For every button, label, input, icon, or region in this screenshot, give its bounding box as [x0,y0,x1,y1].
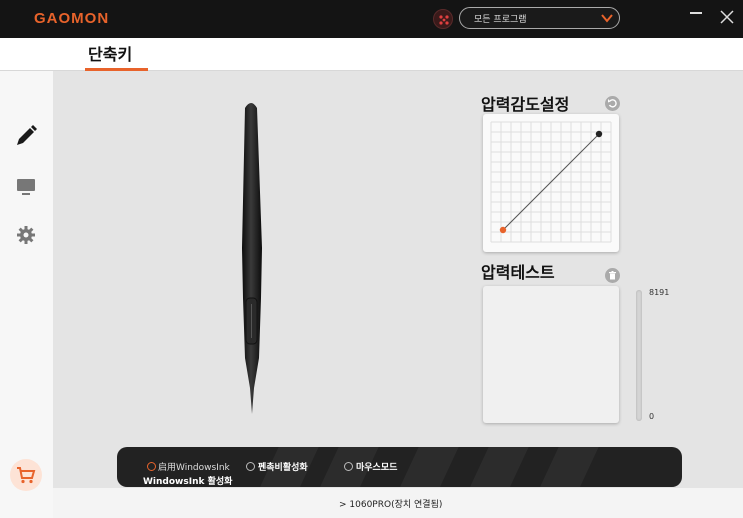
chevron-down-icon [601,14,613,23]
close-icon[interactable] [720,10,734,24]
reset-icon[interactable] [605,96,620,111]
monitor-icon[interactable] [14,175,38,199]
gear-icon[interactable] [14,223,38,247]
pressure-test-area[interactable] [483,286,619,423]
check-icon [147,462,156,471]
mode-bar: 启用WindowsInk 펜촉비활성화 마우스모드 WindowsInk 활성화 [117,447,682,487]
title-bar: GAOMON 모든 프로그램 [0,0,743,38]
pressure-curve-graph [490,121,612,243]
status-bar: > 1060PRO(장치 연결됨) [53,488,743,518]
shop-button[interactable] [10,459,42,491]
pen-icon[interactable] [14,124,38,148]
app-icon [439,15,449,25]
disable-pressure-option-label: 펜촉비활성화 [258,463,308,473]
trash-icon[interactable] [605,268,620,283]
device-status-label: 1060PRO(장치 연결됨) [349,500,443,510]
pressure-test-title: 압력테스트 [481,263,555,282]
pressure-level-bar [636,290,642,421]
radio-icon [246,462,255,471]
app-settings-button[interactable] [433,9,453,29]
windows-ink-label: WindowsInk 활성화 [143,477,233,487]
minimize-button[interactable] [690,12,702,14]
curve-handle-start[interactable] [499,226,507,234]
curve-handle-end[interactable] [595,130,603,138]
pressure-sensitivity-title: 압력감도설정 [481,95,570,114]
tab-strip: 단축키 [0,38,743,71]
disable-pressure-option[interactable]: 펜촉비활성화 [246,460,308,473]
device-status[interactable]: > 1060PRO(장치 연결됨) [339,497,442,510]
mouse-mode-option[interactable]: 마우스모드 [344,460,397,473]
pressure-min-label: 0 [649,412,655,421]
gaomon-logo: GAOMON [34,10,110,27]
radio-icon [344,462,353,471]
cart-icon [17,467,36,484]
windows-ink-option-label: 启用WindowsInk [158,463,230,473]
pen-illustration [242,103,262,414]
chevron-right-icon: > [339,500,350,510]
pressure-max-label: 8191 [649,288,670,297]
program-select[interactable]: 모든 프로그램 [459,7,620,29]
tab-shortcut[interactable]: 단축키 [88,41,132,65]
sidebar [0,71,53,518]
pressure-curve-editor[interactable] [483,114,619,252]
program-select-value: 모든 프로그램 [474,15,527,25]
windows-ink-option[interactable]: 启用WindowsInk [147,460,230,473]
main-panel [53,71,743,488]
mouse-mode-option-label: 마우스모드 [356,463,398,473]
